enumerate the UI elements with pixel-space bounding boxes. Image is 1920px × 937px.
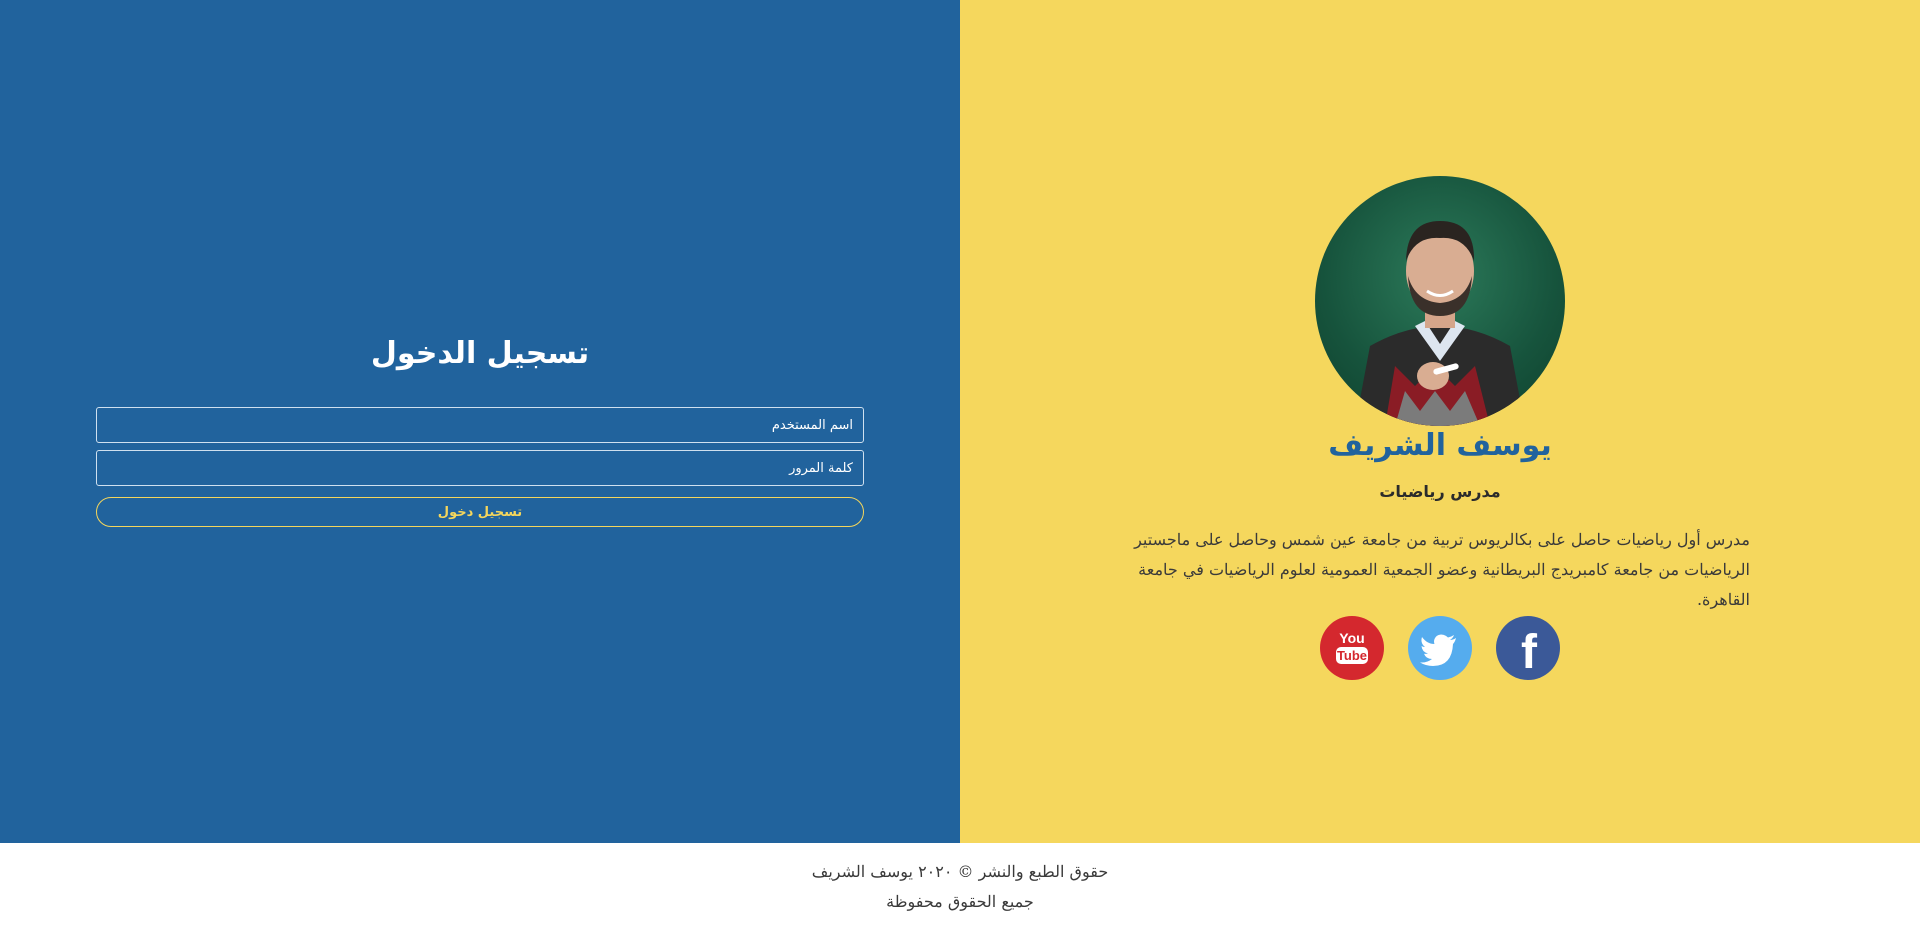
footer: حقوق الطبع والنشر © ٢٠٢٠ يوسف الشريف جمي… (0, 843, 1920, 937)
rights-text: جميع الحقوق محفوظة (886, 892, 1034, 911)
profile-name: يوسف الشريف (1328, 428, 1552, 463)
twitter-icon (1420, 634, 1456, 666)
social-links: You Tube f (960, 616, 1920, 680)
password-input[interactable] (96, 450, 864, 486)
profile-bio: مدرس أول رياضيات حاصل على بكالريوس تربية… (1134, 530, 1750, 609)
twitter-link[interactable] (1408, 616, 1472, 680)
facebook-link[interactable]: f (1496, 616, 1560, 680)
teacher-portrait-image (1355, 221, 1525, 426)
profile-panel: يوسف الشريف مدرس رياضيات مدرس أول رياضيا… (960, 0, 1920, 843)
username-input[interactable] (96, 407, 864, 443)
svg-text:Tube: Tube (1337, 648, 1367, 663)
copyright-text: حقوق الطبع والنشر © ٢٠٢٠ يوسف الشريف (811, 862, 1109, 881)
svg-text:You: You (1339, 630, 1364, 646)
youtube-icon: You Tube (1336, 630, 1368, 664)
profile-role: مدرس رياضيات (1379, 482, 1501, 501)
login-button[interactable]: تسجيل دخول (96, 497, 864, 527)
avatar (1315, 176, 1565, 426)
login-title: تسجيل الدخول (370, 336, 590, 371)
facebook-icon: f (1521, 626, 1538, 679)
login-panel: تسجيل الدخول تسجيل دخول (0, 0, 960, 843)
main-content: تسجيل الدخول تسجيل دخول (0, 0, 1920, 843)
svg-text:f: f (1521, 626, 1538, 679)
youtube-link[interactable]: You Tube (1320, 616, 1384, 680)
